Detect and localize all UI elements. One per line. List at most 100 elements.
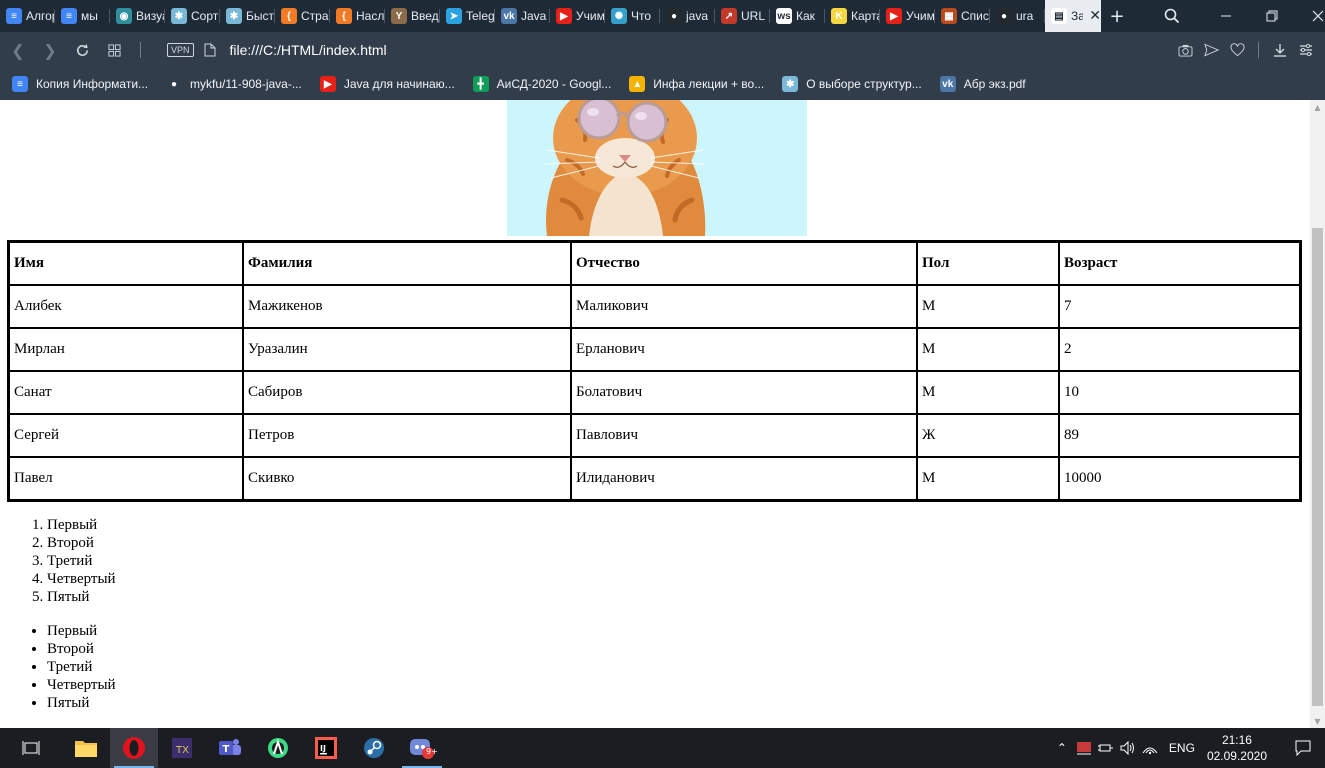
bookmark-item[interactable]: ✱ О выборе структур... bbox=[782, 76, 922, 92]
bookmark-label: Абр экз.pdf bbox=[963, 77, 1026, 91]
tab-label: Визуализация bbox=[136, 9, 165, 23]
task-view-button[interactable] bbox=[0, 728, 62, 768]
list-item: Четвертый bbox=[47, 676, 116, 694]
taskbar-file-explorer[interactable] bbox=[62, 728, 110, 768]
page-viewport: Имя Фамилия Отчество Пол Возраст Алибек Мажик… bbox=[0, 100, 1310, 728]
browser-tab[interactable]: vk Java bbox=[495, 0, 550, 32]
browser-tab[interactable]: Y Введение bbox=[385, 0, 440, 32]
table-cell: Алибек bbox=[9, 285, 243, 328]
browser-tab[interactable]: ● ura bbox=[990, 0, 1045, 32]
scroll-up-arrow-icon[interactable]: ▲ bbox=[1310, 100, 1325, 114]
cat-image bbox=[507, 100, 807, 236]
speed-dial-button[interactable] bbox=[98, 32, 130, 68]
browser-tab[interactable]: ≡ Алгоритмы bbox=[0, 0, 55, 32]
browser-tab[interactable]: ➤ Telegram bbox=[440, 0, 495, 32]
bookmark-item[interactable]: ▲ Инфа лекции + во... bbox=[629, 76, 764, 92]
browser-tab[interactable]: ✱ Сортировка bbox=[165, 0, 220, 32]
input-language-indicator[interactable]: ENG bbox=[1169, 741, 1195, 755]
list-item: Первый bbox=[47, 622, 116, 640]
taskbar-android-studio[interactable] bbox=[254, 728, 302, 768]
browser-tab[interactable]: ▤ Задание ✕ bbox=[1045, 0, 1101, 32]
table-cell: 2 bbox=[1059, 328, 1300, 371]
browser-tab[interactable]: ● java bbox=[660, 0, 715, 32]
new-tab-button[interactable]: + bbox=[1101, 0, 1133, 32]
bookmark-item[interactable]: ▶ Java для начинаю... bbox=[319, 76, 455, 92]
grid-icon bbox=[107, 43, 121, 57]
taskbar-steam[interactable] bbox=[350, 728, 398, 768]
tab-label: Как bbox=[796, 9, 815, 23]
download-icon bbox=[1274, 44, 1286, 57]
tab-label: Введение bbox=[411, 9, 440, 23]
close-window-button[interactable] bbox=[1295, 0, 1325, 32]
minimize-button[interactable] bbox=[1203, 0, 1249, 32]
table-cell: Сергей bbox=[9, 414, 243, 457]
taskbar-discord[interactable]: 9+ bbox=[398, 728, 446, 768]
tab-close-icon[interactable]: ✕ bbox=[1089, 8, 1101, 24]
system-tray: ⌃ ENG 21:16 02.09.2020 bbox=[1051, 728, 1325, 768]
table-cell: Сабиров bbox=[243, 371, 571, 414]
reload-button[interactable] bbox=[66, 32, 98, 68]
tab-search-button[interactable] bbox=[1141, 0, 1203, 32]
browser-tab[interactable]: ✺ Что bbox=[605, 0, 660, 32]
easy-setup-button[interactable] bbox=[1293, 32, 1319, 68]
scroll-thumb[interactable] bbox=[1312, 228, 1323, 706]
browser-tab[interactable]: {Наследование bbox=[330, 0, 385, 32]
bookmark-item[interactable]: ● mykfu/11-908-java-... bbox=[166, 76, 302, 92]
taskbar-teams[interactable]: T bbox=[206, 728, 254, 768]
forward-button[interactable]: ❯ bbox=[34, 32, 66, 68]
bookmark-button[interactable] bbox=[1224, 32, 1250, 68]
page-scrollbar[interactable]: ▲ ▼ bbox=[1310, 100, 1325, 728]
url-field[interactable]: file:///C:/HTML/index.html bbox=[230, 42, 387, 58]
browser-tab[interactable]: ↗ URL bbox=[715, 0, 770, 32]
bookmark-label: АиСД-2020 - Googl... bbox=[496, 77, 612, 91]
downloads-button[interactable] bbox=[1267, 32, 1293, 68]
browser-tab[interactable]: {Страница bbox=[275, 0, 330, 32]
send-button[interactable] bbox=[1198, 32, 1224, 68]
tab-label: Быстрая bbox=[246, 9, 275, 23]
browser-tab[interactable]: ◉ Визуализация bbox=[110, 0, 165, 32]
opera-icon bbox=[123, 737, 145, 759]
vpn-badge[interactable]: VPN bbox=[167, 43, 194, 57]
browser-tab[interactable]: ✱ Быстрая bbox=[220, 0, 275, 32]
browser-tab[interactable]: ▶ Учим bbox=[550, 0, 605, 32]
scroll-down-arrow-icon[interactable]: ▼ bbox=[1310, 714, 1325, 728]
power-status-button[interactable] bbox=[1095, 728, 1117, 768]
teams-icon: T bbox=[219, 739, 241, 755]
table-row: Сергей Петров Павлович Ж 89 bbox=[9, 414, 1300, 457]
browser-tab[interactable]: ≡ мы bbox=[55, 0, 110, 32]
steam-icon bbox=[364, 738, 384, 758]
list-item: Четвертый bbox=[47, 570, 116, 588]
volume-button[interactable] bbox=[1117, 728, 1139, 768]
chevron-up-icon: ⌃ bbox=[1056, 741, 1067, 755]
google-drive-icon: ▲ bbox=[629, 76, 646, 92]
snapshot-button[interactable] bbox=[1172, 32, 1198, 68]
tab-label: java bbox=[686, 9, 709, 23]
taskbar-intellij[interactable]: IJ bbox=[302, 728, 350, 768]
bookmark-label: Java для начинаю... bbox=[343, 77, 455, 91]
table-cell: Ерланович bbox=[571, 328, 917, 371]
show-hidden-icons-button[interactable]: ⌃ bbox=[1051, 728, 1073, 768]
table-cell: Уразалин bbox=[243, 328, 571, 371]
search-icon bbox=[1164, 8, 1180, 24]
tray-app-icon[interactable] bbox=[1073, 728, 1095, 768]
browser-tab[interactable]: ws Как bbox=[770, 0, 825, 32]
action-center-button[interactable] bbox=[1281, 728, 1325, 768]
bookmark-item[interactable]: ╋ АиСД-2020 - Googl... bbox=[472, 76, 612, 92]
tab-label: Список bbox=[961, 9, 990, 23]
browser-tab[interactable]: ▶ Учим bbox=[880, 0, 935, 32]
browser-tab[interactable]: K Карта bbox=[825, 0, 880, 32]
taskbar-jupyter-app[interactable]: TX bbox=[158, 728, 206, 768]
list-item: Пятый bbox=[47, 694, 116, 712]
network-button[interactable] bbox=[1139, 728, 1161, 768]
bookmark-item[interactable]: ≡ Копия Информати... bbox=[12, 76, 148, 92]
back-button[interactable]: ❮ bbox=[2, 32, 34, 68]
restore-button[interactable] bbox=[1249, 0, 1295, 32]
minimize-icon bbox=[1221, 15, 1231, 17]
windows-taskbar: TX T IJ 9+ ⌃ ENG 21:16 02.09.2020 bbox=[0, 728, 1325, 768]
taskbar-opera[interactable] bbox=[110, 728, 158, 768]
bookmark-item[interactable]: vk Абр экз.pdf bbox=[939, 76, 1026, 92]
bookmark-label: Инфа лекции + во... bbox=[653, 77, 765, 91]
browser-tab[interactable]: ▦ Список bbox=[935, 0, 990, 32]
table-cell: М bbox=[917, 285, 1059, 328]
clock[interactable]: 21:16 02.09.2020 bbox=[1207, 732, 1267, 764]
